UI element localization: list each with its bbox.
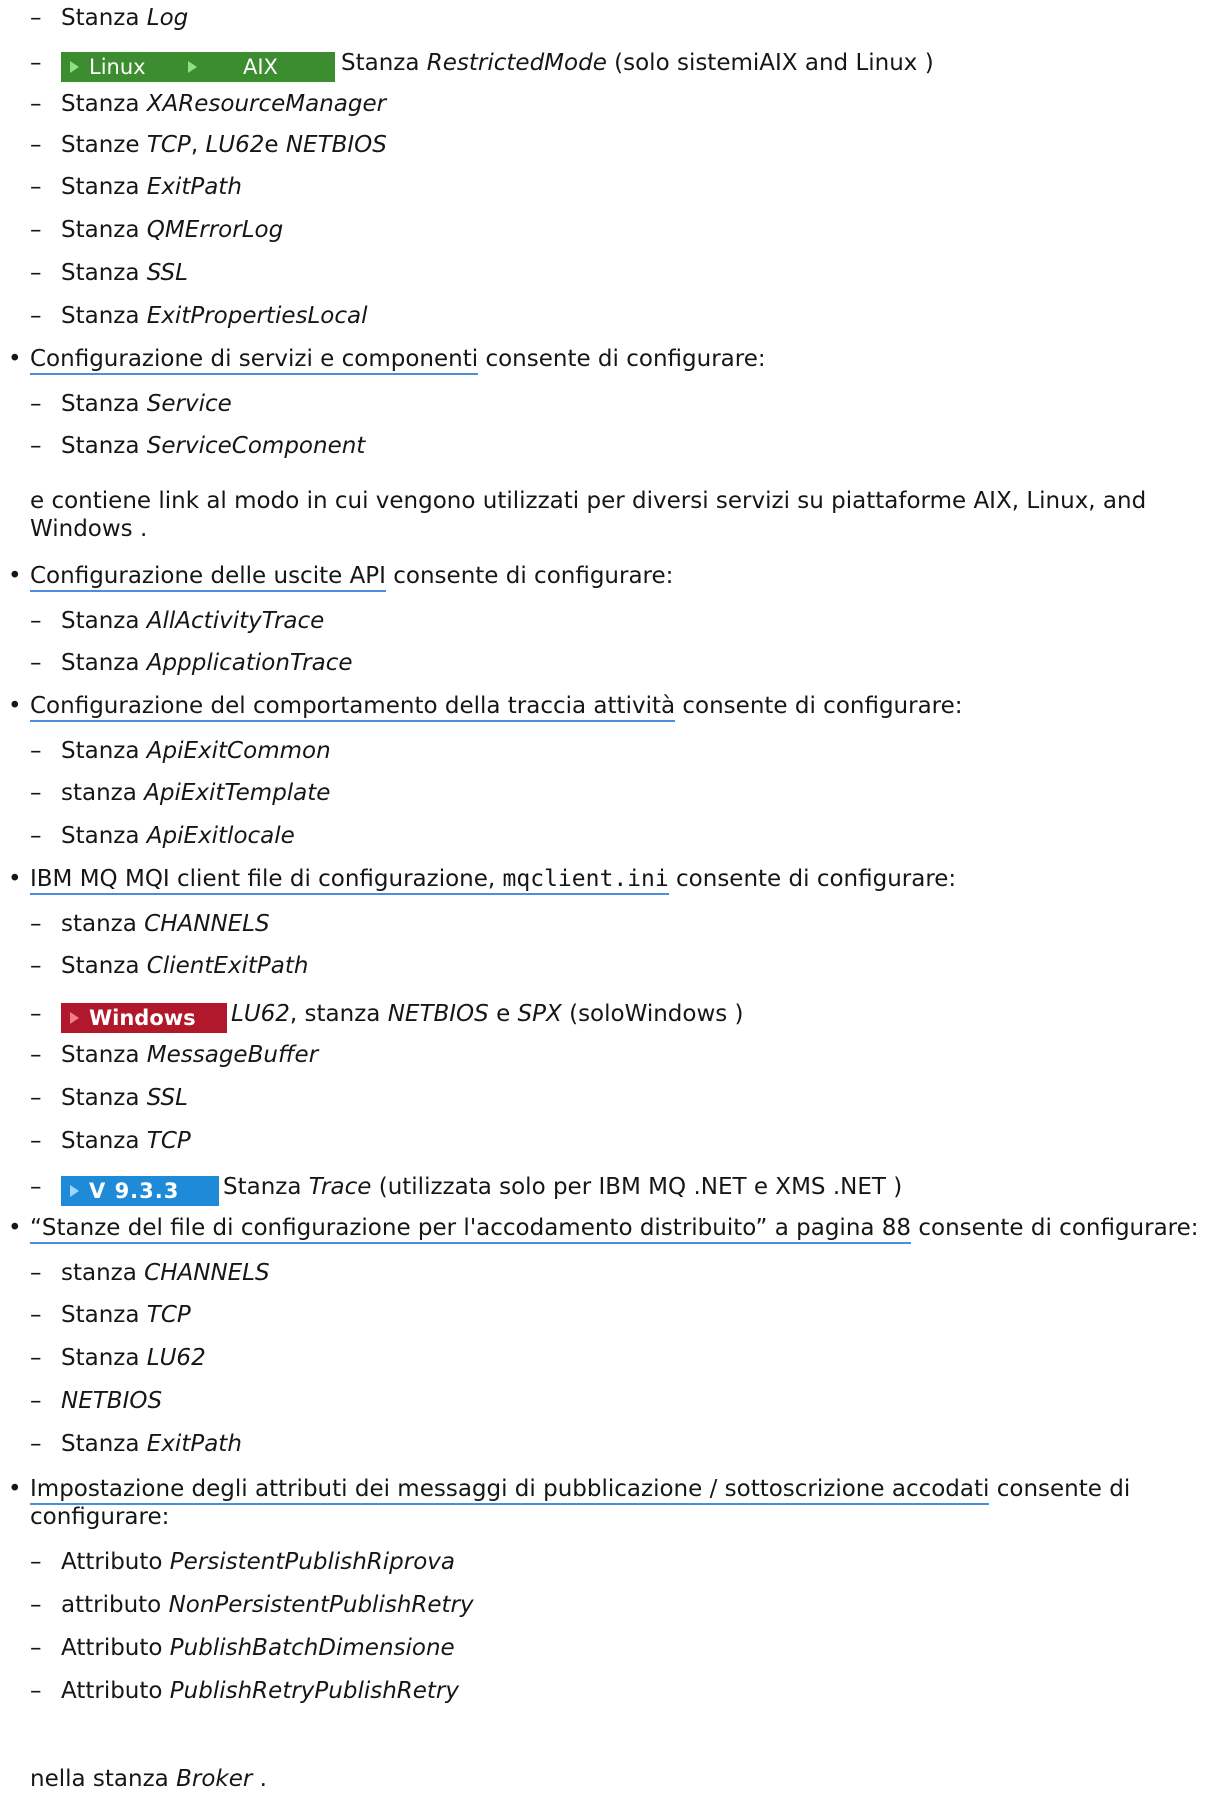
triangle-icon	[70, 61, 79, 73]
triangle-icon	[188, 61, 197, 73]
platform-badge-aix: AIX	[179, 52, 335, 82]
paragraph-line: Windows .	[30, 516, 148, 542]
platform-badge-windows: Windows	[61, 1003, 227, 1033]
link-configurazione-uscite-api[interactable]: Configurazione delle uscite API	[30, 563, 386, 592]
platform-badge-linux: Linux	[61, 52, 179, 82]
triangle-icon	[70, 1012, 79, 1024]
link-mqclient-ini[interactable]: IBM MQ MQI client file di configurazione…	[30, 866, 669, 895]
link-stanze-accodamento[interactable]: “Stanze del file di configurazione per l…	[30, 1215, 912, 1244]
link-traccia-attivita[interactable]: Configurazione del comportamento della t…	[30, 693, 676, 722]
paragraph-line: nella stanza Broker .	[30, 1766, 267, 1792]
document-page: – Stanza Log – Linux AIX Stanza Restricted…	[8, 5, 1199, 1792]
paragraph-line: e contiene link al modo in cui vengono u…	[30, 488, 1147, 514]
link-attributi-pubblicazione[interactable]: Impostazione degli attributi dei messagg…	[30, 1476, 990, 1505]
version-badge: V 9.3.3	[61, 1176, 219, 1206]
triangle-icon	[70, 1185, 79, 1197]
paragraph-line: configurare:	[30, 1504, 170, 1530]
link-configurazione-servizi[interactable]: Configurazione di servizi e componenti	[30, 346, 479, 375]
